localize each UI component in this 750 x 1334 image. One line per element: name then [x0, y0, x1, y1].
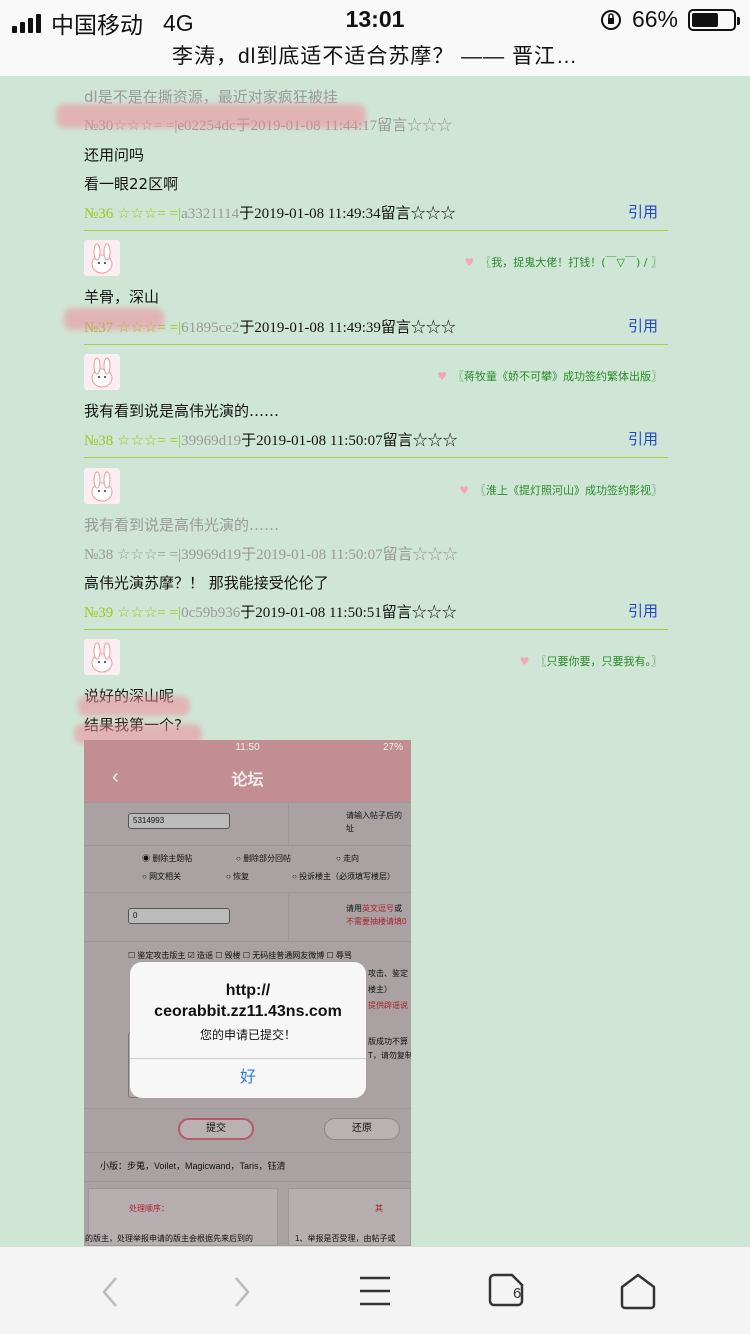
- avatar[interactable]: [84, 639, 120, 675]
- menu-icon[interactable]: [358, 1275, 392, 1307]
- avatar[interactable]: [84, 240, 120, 276]
- reset-button: 还原: [324, 1118, 400, 1140]
- alert-dialog: http:// ceorabbit.zz11.43ns.com 您的申请已提交！…: [130, 962, 366, 1098]
- comment-line: 还用问吗: [84, 146, 145, 164]
- dialog-url: http:// ceorabbit.zz11.43ns.com: [154, 982, 342, 1020]
- comment-meta: №38 ☆☆☆= =|39969d19于2019-01-08 11:50:07留…: [84, 433, 458, 449]
- browser-toolbar: 6: [0, 1246, 750, 1334]
- reply-button[interactable]: 引用: [628, 315, 658, 336]
- divider: [84, 457, 668, 458]
- user-signature: ♥ 〖蒋牧童《娇不可攀》成功签约繁体出版〗: [437, 370, 662, 383]
- quoted-text: 我有看到说是高伟光演的……: [84, 516, 280, 534]
- heart-icon: ♥: [464, 256, 475, 269]
- embedded-screenshot[interactable]: 11:50 27% ‹ 论坛 5314993 请输入帖子后的址 ◉ 删除主题帖 …: [84, 740, 411, 1246]
- dialog-message: 您的申请已提交！: [199, 1028, 296, 1042]
- thread-content[interactable]: dl是不是在撕资源，最近对家疯狂被挂 №30☆☆☆= =|e02254dc于20…: [0, 76, 750, 1246]
- reply-button[interactable]: 引用: [628, 201, 658, 222]
- dialog-ok-button: 好: [130, 1058, 366, 1098]
- user-signature: ♥ 〖淮上《提灯照河山》成功签约影视〗: [459, 484, 662, 497]
- tabs-count: 6: [513, 1285, 522, 1302]
- divider: [84, 344, 668, 345]
- reply-button[interactable]: 引用: [628, 428, 658, 449]
- comment-meta: №39 ☆☆☆= =|0c59b936于2019-01-08 11:50:51留…: [84, 605, 457, 621]
- battery-icon: [688, 8, 740, 31]
- page-title: 李涛，dl到底适不适合苏摩？ —— 晋江…: [0, 40, 750, 76]
- battery-percent: 66%: [631, 6, 678, 32]
- home-icon[interactable]: [618, 1271, 658, 1311]
- rabbit-avatar-icon: [91, 471, 113, 502]
- forward-icon[interactable]: [230, 1275, 254, 1309]
- user-signature: ♥ 〖只要你要，只要我有。〗: [519, 655, 662, 668]
- heart-icon: ♥: [459, 484, 469, 497]
- divider: [84, 230, 668, 231]
- heart-icon: ♥: [437, 370, 447, 383]
- rotation-lock-icon: [600, 9, 621, 30]
- quoted-meta: №38 ☆☆☆= =|39969d19于2019-01-08 11:50:07留…: [84, 547, 458, 563]
- rabbit-avatar-icon: [91, 642, 113, 673]
- divider: [84, 629, 668, 630]
- battery-info: 66%: [600, 6, 740, 33]
- comment-line: 高伟光演苏摩？！ 那我能接受伦伦了: [84, 574, 329, 592]
- comment-line: 羊骨，深山: [84, 288, 160, 306]
- comment-line: 看一眼22区啊: [84, 175, 179, 193]
- status-bar: 中国移动 4G 13:01 66%: [0, 0, 750, 40]
- heart-icon: ♥: [519, 655, 530, 668]
- comment-meta: №36 ☆☆☆= =|a3321114于2019-01-08 11:49:34留…: [84, 206, 456, 222]
- tabs-button[interactable]: 6: [488, 1273, 524, 1307]
- avatar[interactable]: [84, 354, 120, 390]
- user-signature: ♥ 〖我，捉鬼大佬！打钱！(￣▽￣) / 〗: [464, 256, 662, 269]
- rabbit-avatar-icon: [91, 357, 113, 388]
- back-icon[interactable]: [98, 1275, 122, 1309]
- comment-line: 我有看到说是高伟光演的……: [84, 402, 280, 420]
- reply-button[interactable]: 引用: [628, 600, 658, 621]
- embedded-header: 11:50 27% ‹ 论坛: [84, 740, 411, 802]
- submit-button: 提交: [178, 1118, 254, 1140]
- avatar[interactable]: [84, 468, 120, 504]
- rabbit-avatar-icon: [91, 243, 113, 274]
